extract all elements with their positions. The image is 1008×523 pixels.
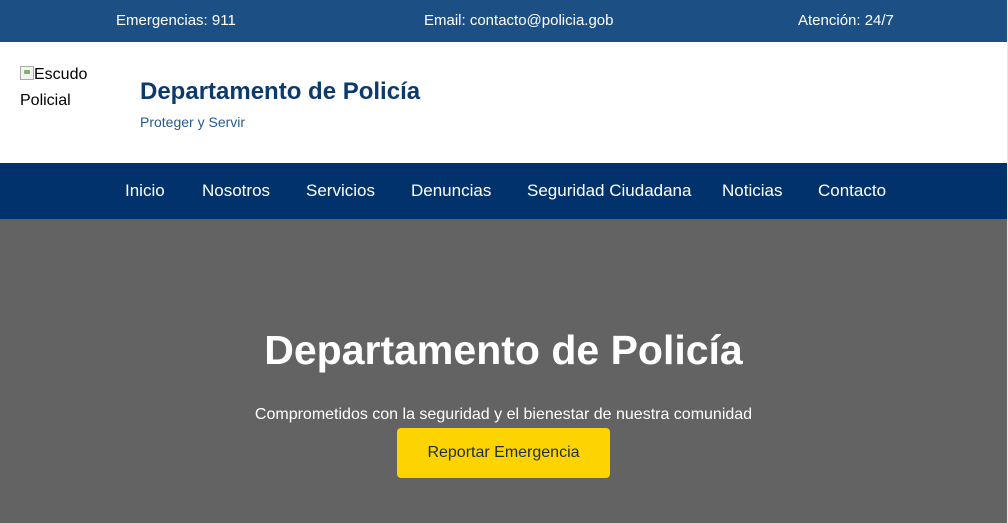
hero-banner: Departamento de Policía Comprometidos co… (0, 219, 1007, 523)
hero-title: Departamento de Policía (264, 327, 743, 373)
nav-item-contacto[interactable]: Contacto (818, 181, 886, 201)
top-info-bar: Emergencias: 911 Email: contacto@policia… (0, 0, 1007, 42)
emergency-number: Emergencias: 911 (116, 12, 236, 29)
site-tagline: Proteger y Servir (140, 114, 246, 130)
nav-item-inicio[interactable]: Inicio (125, 181, 165, 201)
police-shield-logo[interactable]: Escudo Policial (20, 62, 110, 117)
nav-item-seguridad-ciudadana[interactable]: Seguridad Ciudadana (527, 181, 691, 201)
nav-item-denuncias[interactable]: Denuncias (411, 181, 491, 201)
nav-item-noticias[interactable]: Noticias (722, 181, 782, 201)
report-emergency-button[interactable]: Reportar Emergencia (397, 428, 610, 478)
main-navigation: Inicio Nosotros Servicios Denuncias Segu… (0, 163, 1007, 219)
site-title: Departamento de Policía (140, 78, 421, 105)
hero-subtitle: Comprometidos con la seguridad y el bien… (254, 406, 753, 423)
nav-item-servicios[interactable]: Servicios (306, 181, 375, 201)
broken-image-icon (20, 66, 34, 80)
contact-email: Email: contacto@policia.gob (424, 12, 614, 29)
service-hours: Atención: 24/7 (798, 12, 894, 29)
site-header: Escudo Policial Departamento de Policía … (0, 42, 1007, 163)
nav-item-nosotros[interactable]: Nosotros (202, 181, 270, 201)
